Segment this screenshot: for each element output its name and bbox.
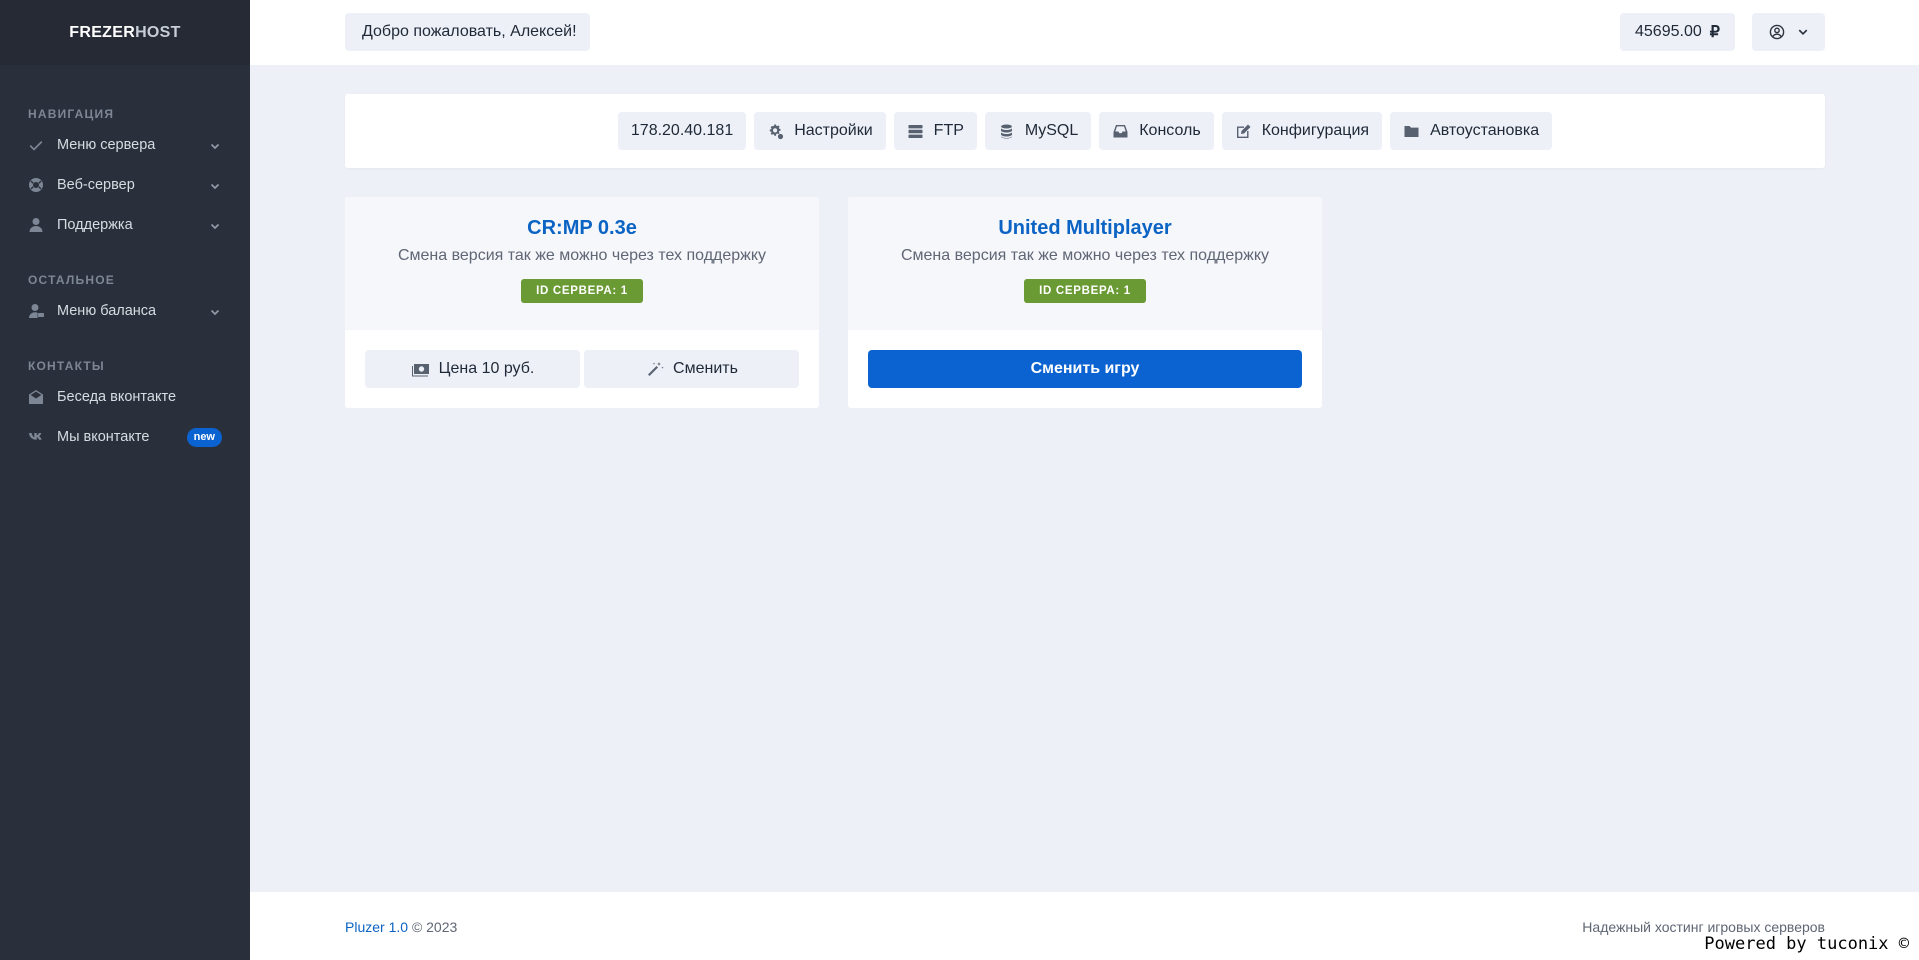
sidebar-item-web-server[interactable]: Веб-сервер	[0, 165, 250, 205]
user-money-icon	[28, 303, 44, 319]
magic-wand-icon	[645, 361, 665, 377]
sidebar-item-label: Веб-сервер	[57, 177, 135, 193]
welcome-button[interactable]: Добро пожаловать, Алексей!	[345, 13, 590, 51]
settings-label: Настройки	[794, 122, 873, 139]
balance-display[interactable]: 45695.00 ₽	[1620, 13, 1735, 51]
card-subtitle: Смена версия так же можно через тех подд…	[397, 247, 767, 264]
chevron-down-icon	[210, 219, 220, 230]
powered-by-label: Powered by tuconix ©	[1704, 934, 1909, 954]
card-header: United Multiplayer Смена версия так же м…	[848, 197, 1322, 330]
sidebar-item-label: Мы вконтакте	[57, 429, 150, 445]
brand-logo[interactable]: FREZER HOST	[0, 0, 250, 65]
life-ring-icon	[28, 177, 44, 193]
brand-name-part2: HOST	[135, 23, 181, 41]
check-icon	[28, 137, 44, 153]
price-label: Цена 10 руб.	[438, 360, 535, 377]
game-card-crmp: CR:MP 0.3e Смена версия так же можно чер…	[345, 197, 819, 408]
user-circle-icon	[1769, 24, 1784, 40]
server-toolbar: 178.20.40.181 Настройки FTP MySQL Консол…	[345, 94, 1825, 168]
footer-tagline: Надежный хостинг игровых серверов	[1582, 919, 1825, 935]
inbox-icon	[1112, 123, 1129, 140]
balance-amount: 45695.00	[1635, 23, 1702, 40]
other-section-heading: Остальное	[28, 273, 115, 287]
console-button[interactable]: Консоль	[1099, 112, 1214, 150]
cogs-icon	[767, 123, 784, 140]
server-id-badge: ID СЕРВЕРА: 1	[1024, 279, 1146, 303]
chevron-down-icon	[210, 179, 220, 190]
mysql-button[interactable]: MySQL	[984, 112, 1092, 150]
autoinstall-label: Автоустановка	[1430, 122, 1540, 139]
edit-icon	[1235, 123, 1252, 140]
chevron-down-icon	[210, 305, 220, 316]
sidebar-item-balance-menu[interactable]: Меню баланса	[0, 291, 250, 331]
chevron-down-icon	[210, 139, 220, 150]
card-title[interactable]: United Multiplayer	[848, 217, 1322, 240]
money-bill-icon	[411, 361, 431, 377]
card-title[interactable]: CR:MP 0.3e	[345, 217, 819, 240]
change-button[interactable]: Сменить	[584, 350, 799, 388]
settings-button[interactable]: Настройки	[754, 112, 886, 150]
game-card-united-multiplayer: United Multiplayer Смена версия так же м…	[848, 197, 1322, 408]
configuration-label: Конфигурация	[1261, 122, 1370, 139]
sidebar-item-label: Беседа вконтакте	[57, 389, 177, 405]
database-icon	[998, 123, 1015, 140]
contacts-section-heading: Контакты	[28, 359, 105, 373]
user-menu-button[interactable]	[1752, 13, 1825, 51]
chevron-down-icon	[1798, 29, 1807, 36]
brand-name-part1: FREZER	[69, 23, 136, 41]
sidebar-item-vk-group[interactable]: Мы вконтакте new	[0, 417, 250, 457]
configuration-button[interactable]: Конфигурация	[1221, 112, 1383, 150]
envelope-open-icon	[28, 389, 44, 405]
ftp-label: FTP	[933, 122, 964, 139]
sidebar-item-vk-chat[interactable]: Беседа вконтакте	[0, 377, 250, 417]
sidebar-item-label: Меню сервера	[57, 137, 156, 153]
server-id-badge: ID СЕРВЕРА: 1	[521, 279, 643, 303]
footer: Pluzer 1.0 © 2023 Надежный хостинг игров…	[250, 892, 1919, 960]
sidebar: FREZER HOST Навигация Меню сервера Веб-се…	[0, 0, 250, 960]
card-actions: Сменить игру	[848, 330, 1322, 388]
change-label: Сменить	[673, 360, 738, 377]
sidebar-item-server-menu[interactable]: Меню сервера	[0, 125, 250, 165]
server-ip-button[interactable]: 178.20.40.181	[617, 112, 747, 150]
card-actions: Цена 10 руб. Сменить	[345, 330, 819, 388]
user-icon	[28, 217, 44, 233]
sidebar-item-label: Меню баланса	[57, 303, 157, 319]
sidebar-item-support[interactable]: Поддержка	[0, 205, 250, 245]
currency-symbol: ₽	[1709, 24, 1720, 41]
copyright-text: © 2023	[411, 919, 458, 935]
price-button[interactable]: Цена 10 руб.	[365, 350, 580, 388]
server-icon	[907, 123, 924, 140]
card-header: CR:MP 0.3e Смена версия так же можно чер…	[345, 197, 819, 330]
mysql-label: MySQL	[1024, 122, 1079, 139]
sidebar-item-label: Поддержка	[57, 217, 133, 233]
new-badge: new	[186, 428, 222, 447]
change-game-button[interactable]: Сменить игру	[868, 350, 1302, 388]
card-subtitle: Смена версия так же можно через тех подд…	[900, 247, 1270, 264]
ftp-button[interactable]: FTP	[893, 112, 977, 150]
product-link[interactable]: Pluzer 1.0	[345, 919, 408, 935]
footer-copyright: Pluzer 1.0 © 2023	[345, 919, 457, 935]
top-header: Добро пожаловать, Алексей! 45695.00 ₽	[250, 0, 1919, 65]
console-label: Консоль	[1139, 122, 1201, 139]
vk-icon	[28, 429, 44, 445]
server-ip: 178.20.40.181	[630, 122, 734, 139]
folder-icon	[1403, 123, 1420, 140]
autoinstall-button[interactable]: Автоустановка	[1390, 112, 1553, 150]
nav-section-heading: Навигация	[28, 107, 115, 121]
